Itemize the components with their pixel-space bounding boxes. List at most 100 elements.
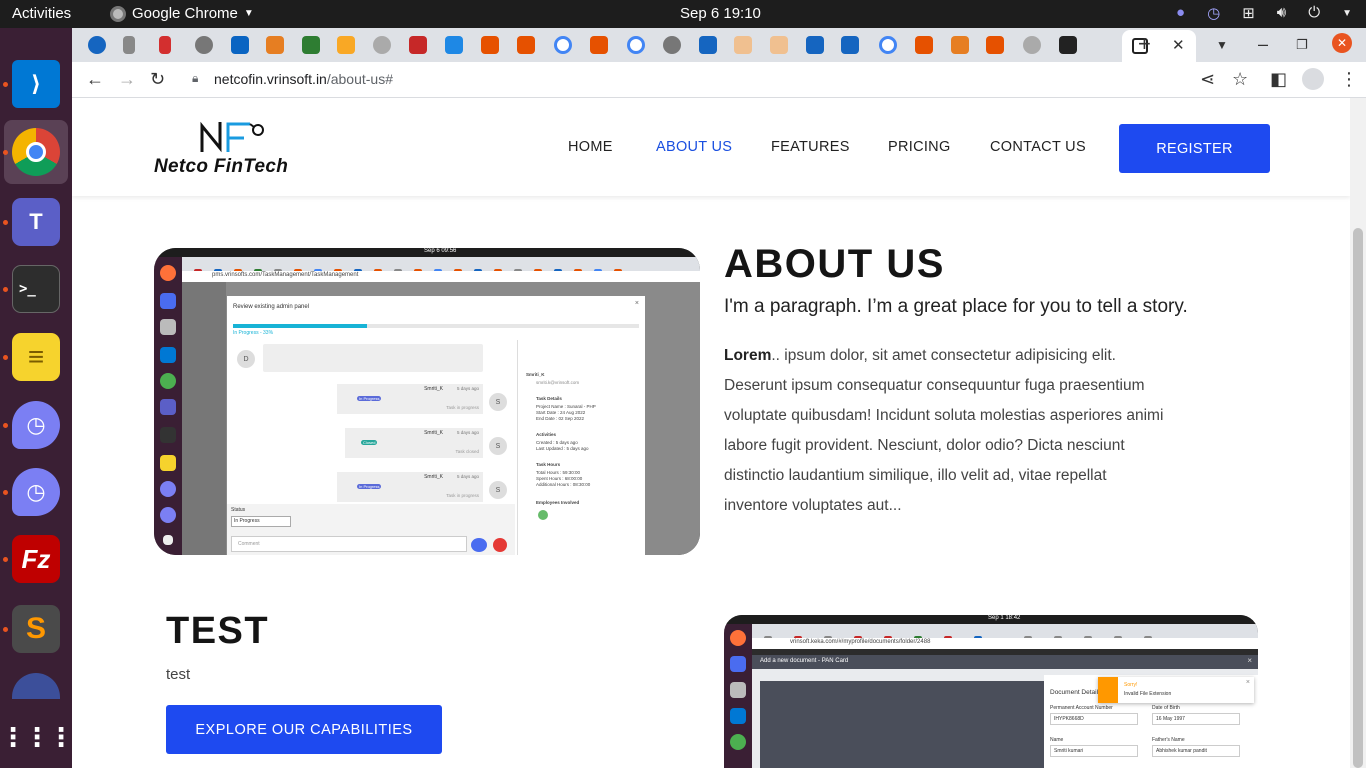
tab-favicon[interactable]: [806, 36, 824, 54]
mini-side-employees-title: Employees Involved: [536, 500, 580, 505]
dock: ⟩ T >_ ≡ ◷ ◷ Fz S ⋮⋮⋮: [0, 28, 74, 768]
dock-terminal-icon[interactable]: >_: [12, 265, 60, 313]
tab-favicon[interactable]: [302, 36, 320, 54]
tab-favicon[interactable]: [1023, 36, 1041, 54]
tab-favicon[interactable]: [770, 36, 788, 54]
mini-side-user: Smriti_K: [526, 372, 545, 377]
tab-favicon[interactable]: [734, 36, 752, 54]
network-icon[interactable]: ⊞: [1242, 4, 1255, 22]
about-body-lead: Lorem: [724, 347, 772, 364]
tab-favicon[interactable]: [123, 36, 135, 54]
tab-favicon[interactable]: [841, 36, 859, 54]
mini-modal-body: Document Details Permanent Account Numbe…: [752, 669, 1258, 768]
tab-favicon-google[interactable]: [627, 36, 645, 54]
show-apps-grid-icon[interactable]: ⋮⋮⋮: [0, 713, 74, 761]
about-body: Lorem.. ipsum dolor, sit amet consectetu…: [724, 341, 1174, 521]
nav-home[interactable]: HOME: [568, 139, 613, 155]
forward-icon[interactable]: →: [118, 69, 136, 90]
tab-favicon[interactable]: [266, 36, 284, 54]
tab-favicon[interactable]: [915, 36, 933, 54]
tab-favicon[interactable]: [409, 36, 427, 54]
mini-side-hours-title: Task Hours: [536, 462, 561, 467]
tab-favicon[interactable]: [663, 36, 681, 54]
chevron-down-icon[interactable]: ▼: [1342, 8, 1352, 22]
tab-favicon[interactable]: [373, 36, 391, 54]
teams-tray-icon[interactable]: ●: [1176, 4, 1185, 22]
back-icon[interactable]: ←: [86, 69, 104, 90]
bookmark-star-icon[interactable]: ☆: [1232, 69, 1248, 90]
maximize-icon[interactable]: ❐: [1296, 37, 1308, 53]
mini-avatar-s: S: [489, 481, 507, 499]
tab-favicon[interactable]: [445, 36, 463, 54]
tab-favicon[interactable]: [337, 36, 355, 54]
volume-icon[interactable]: 🔊︎: [1277, 4, 1286, 22]
tab-favicon-outlook[interactable]: [231, 36, 249, 54]
dock-sublime-icon[interactable]: S: [12, 605, 60, 653]
reload-icon[interactable]: ↻: [150, 69, 165, 90]
app-menu[interactable]: Google Chrome ▼: [110, 5, 254, 22]
page-scrollbar[interactable]: [1350, 98, 1366, 768]
dock-filezilla-icon[interactable]: Fz: [12, 535, 60, 583]
mini-father-field: Abhishek kumar pandit: [1152, 745, 1240, 757]
side-panel-icon[interactable]: ◧: [1270, 69, 1287, 90]
menu-kebab-icon[interactable]: ⋮: [1340, 69, 1358, 90]
profile-avatar-icon[interactable]: [1302, 68, 1324, 90]
close-window-icon[interactable]: ✕: [1332, 33, 1352, 53]
tab-favicon-k[interactable]: [88, 36, 106, 54]
address-bar[interactable]: 🔒︎ netcofin.vrinsoft.in/about-us#: [182, 66, 1242, 94]
tab-favicon[interactable]: [1059, 36, 1077, 54]
tab-search-icon[interactable]: ▼: [1216, 38, 1228, 52]
register-button[interactable]: REGISTER: [1119, 124, 1270, 173]
minimize-icon[interactable]: –: [1258, 34, 1268, 55]
tab-favicon-vivaldi[interactable]: [159, 36, 171, 54]
running-indicator: [3, 150, 8, 155]
close-tab-icon[interactable]: ✕: [1172, 36, 1185, 54]
system-clock[interactable]: Sep 6 19:10: [680, 5, 761, 22]
tab-favicon[interactable]: [590, 36, 608, 54]
power-icon[interactable]: ⏻: [1308, 4, 1320, 22]
close-icon: ×: [634, 300, 639, 307]
dock-chrome-icon[interactable]: [12, 128, 60, 176]
mini-clock: Sep 6 09:56: [424, 248, 457, 254]
mini-comment-box: Comment: [231, 536, 467, 552]
dock-app-icon[interactable]: [12, 673, 60, 699]
tab-favicon[interactable]: [517, 36, 535, 54]
tab-favicon[interactable]: [986, 36, 1004, 54]
site-logo[interactable]: Netco FinTech: [154, 120, 316, 177]
tab-favicon[interactable]: [195, 36, 213, 54]
running-indicator: [3, 220, 8, 225]
dock-vscode-icon[interactable]: ⟩: [12, 60, 60, 108]
nav-about-us[interactable]: ABOUT US: [656, 139, 732, 155]
activities-button[interactable]: Activities: [12, 5, 71, 22]
tab-favicon[interactable]: [699, 36, 717, 54]
mini-modal-title: Add a new document - PAN Card: [760, 658, 849, 664]
mini-update-bubble: [263, 344, 483, 372]
mini-section-title: Document Details: [1050, 689, 1102, 696]
nav-contact-us[interactable]: CONTACT US: [990, 139, 1086, 155]
dock-teams-icon[interactable]: T: [12, 198, 60, 246]
mini-avatar-s: S: [489, 437, 507, 455]
mini-delete-icon: [493, 538, 507, 552]
lock-icon[interactable]: 🔒︎: [192, 71, 198, 86]
active-tab[interactable]: ✕: [1122, 30, 1196, 62]
new-tab-icon[interactable]: +: [1138, 31, 1151, 57]
tab-favicon-google[interactable]: [554, 36, 572, 54]
system-tray[interactable]: ● ◷ ⊞ 🔊︎ ⏻ ▼: [1176, 4, 1352, 22]
dock-clock-app-icon[interactable]: ◷: [12, 401, 60, 449]
dock-notes-icon[interactable]: ≡: [12, 333, 60, 381]
url-text: netcofin.vrinsoft.in/about-us#: [214, 71, 393, 87]
tab-favicon[interactable]: [481, 36, 499, 54]
clock-tray-icon[interactable]: ◷: [1207, 4, 1220, 22]
about-screenshot-image: Sep 6 09:56 pms.vrinsofts.com/TaskManage…: [154, 248, 700, 555]
nav-features[interactable]: FEATURES: [771, 139, 850, 155]
scrollbar-thumb[interactable]: [1353, 228, 1363, 768]
share-icon[interactable]: ⋖: [1200, 69, 1215, 90]
explore-capabilities-button[interactable]: EXPLORE OUR CAPABILITIES: [166, 705, 442, 754]
tab-favicon[interactable]: [951, 36, 969, 54]
app-menu-label: Google Chrome: [132, 5, 238, 22]
test-text: test: [166, 666, 191, 683]
dock-clock-app-icon[interactable]: ◷: [12, 468, 60, 516]
nav-pricing[interactable]: PRICING: [888, 139, 951, 155]
mini-status-label: Status: [231, 507, 246, 513]
tab-favicon-google[interactable]: [879, 36, 897, 54]
